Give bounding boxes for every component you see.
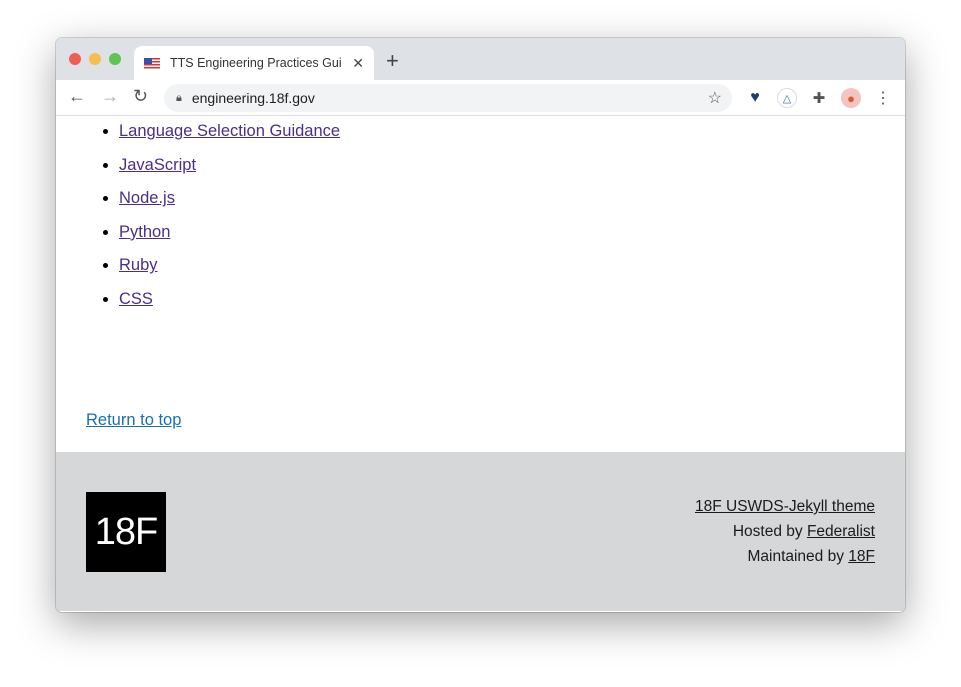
- tab-active[interactable]: TTS Engineering Practices Gui ✕: [134, 46, 374, 80]
- address-bar[interactable]: 🔒︎ engineering.18f.gov ☆: [164, 84, 732, 112]
- link-javascript[interactable]: JavaScript: [119, 156, 196, 174]
- menu-kebab-icon[interactable]: ⋮: [873, 88, 893, 108]
- toolbar: ← → ↻ 🔒︎ engineering.18f.gov ☆ ♥ △ ✚ ● ⋮: [56, 80, 905, 116]
- bookmark-star-icon[interactable]: ☆: [708, 88, 722, 108]
- maximize-window-button[interactable]: [109, 53, 121, 65]
- minimize-window-button[interactable]: [89, 53, 101, 65]
- list-item: Ruby: [119, 256, 340, 290]
- list-item: Language Selection Guidance: [119, 122, 340, 156]
- heart-search-extension-icon[interactable]: ♥: [745, 88, 765, 108]
- link-nodejs[interactable]: Node.js: [119, 189, 175, 207]
- nav-list: Language Selection Guidance JavaScript N…: [119, 122, 340, 324]
- tab-title: TTS Engineering Practices Gui: [170, 56, 342, 70]
- url-text: engineering.18f.gov: [191, 90, 315, 106]
- hosted-by-label: Hosted by: [732, 523, 807, 540]
- link-language-selection[interactable]: Language Selection Guidance: [119, 122, 340, 140]
- 18f-logo[interactable]: 18F: [86, 492, 166, 572]
- theme-link[interactable]: 18F USWDS-Jekyll theme: [695, 498, 875, 515]
- browser-window: TTS Engineering Practices Gui ✕ + ← → ↻ …: [56, 38, 905, 612]
- footer: 18F 18F USWDS-Jekyll theme Hosted by Fed…: [56, 452, 905, 611]
- forward-arrow-icon[interactable]: →: [101, 86, 119, 107]
- return-to-top-link[interactable]: Return to top: [86, 411, 181, 430]
- list-item: CSS: [119, 290, 340, 324]
- extensions-puzzle-icon[interactable]: ✚: [809, 88, 829, 108]
- federalist-link[interactable]: Federalist: [807, 523, 875, 540]
- footer-links: 18F USWDS-Jekyll theme Hosted by Federal…: [695, 494, 875, 569]
- back-arrow-icon[interactable]: ←: [68, 86, 86, 107]
- us-flag-favicon-icon: [144, 57, 160, 69]
- close-tab-icon[interactable]: ✕: [352, 55, 364, 72]
- link-python[interactable]: Python: [119, 223, 170, 241]
- reload-icon[interactable]: ↻: [133, 86, 148, 107]
- close-window-button[interactable]: [69, 53, 81, 65]
- profile-avatar[interactable]: ●: [841, 88, 861, 108]
- tab-bar: TTS Engineering Practices Gui ✕ +: [56, 38, 905, 80]
- link-css[interactable]: CSS: [119, 290, 153, 308]
- list-item: Python: [119, 223, 340, 257]
- 18f-link[interactable]: 18F: [848, 548, 875, 565]
- list-item: JavaScript: [119, 156, 340, 190]
- lock-icon: 🔒︎: [176, 91, 182, 104]
- triangle-extension-icon[interactable]: △: [777, 88, 797, 108]
- list-item: Node.js: [119, 189, 340, 223]
- link-ruby[interactable]: Ruby: [119, 256, 158, 274]
- maintained-by-label: Maintained by: [747, 548, 849, 565]
- page-content: Language Selection Guidance JavaScript N…: [56, 116, 905, 452]
- new-tab-plus-icon[interactable]: +: [386, 48, 399, 74]
